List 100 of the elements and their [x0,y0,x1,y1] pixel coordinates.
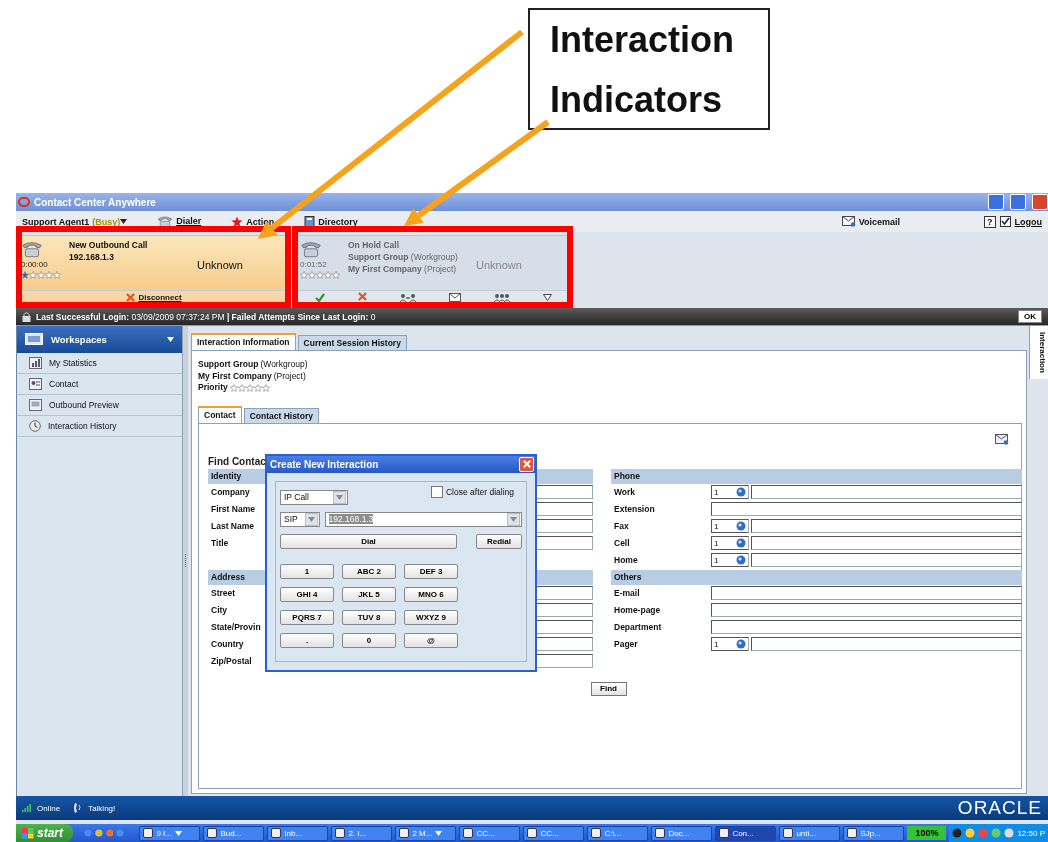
taskbar-button[interactable]: unti... [779,825,841,841]
close-after-dialing-checkbox[interactable]: Close after dialing [430,485,514,498]
field-label: Company [211,487,250,497]
checkbox[interactable] [430,485,443,498]
search-icon[interactable] [736,520,747,532]
input-field[interactable] [711,603,1022,617]
call-type-select[interactable]: IP Call [280,489,348,505]
tab[interactable]: Current Session History [297,335,407,350]
country-code-field[interactable]: 1 [711,536,749,550]
country-code-field[interactable]: 1 [711,637,749,651]
people-icon[interactable] [493,293,510,302]
caret-icon[interactable] [174,830,182,836]
keypad-key[interactable]: . [280,632,334,648]
tray-icon[interactable] [952,828,963,838]
login-info: Last Successful Login: 03/09/2009 07:37:24 PM | Failed Attempts Since Last Login: 0 [36,311,376,322]
taskbar-button[interactable]: 9 I... [139,825,201,841]
section-heading: Others [611,569,1022,585]
interaction-card[interactable]: 0:01:52 On Hold Call Support Group (Workgroup) My First Company (Project) Unknown [297,235,569,305]
input-field[interactable] [751,536,1022,550]
tab[interactable]: Interaction Information [191,333,296,350]
voicemail-link[interactable]: Voicemail [841,216,900,227]
field-label: Cell [614,538,630,548]
agent-menu[interactable]: Support Agent1 (Busy) [22,216,121,227]
keypad-key[interactable]: MNO 6 [404,586,458,602]
envelope-icon[interactable] [448,293,461,302]
app-icon [335,828,346,838]
app-icon [527,828,538,838]
field-label: Home [614,555,638,565]
keypad-key[interactable]: PQRS 7 [280,609,334,625]
search-icon[interactable] [736,554,747,566]
search-icon[interactable] [736,638,747,650]
maximize-button[interactable] [1010,194,1026,210]
search-icon[interactable] [736,537,747,549]
people-arrow-icon[interactable] [399,293,416,302]
taskbar-button[interactable]: CC... [523,825,585,841]
help-button[interactable]: ? [984,215,996,228]
input-field[interactable] [711,620,1022,634]
taskbar-button[interactable]: CC... [459,825,521,841]
app-icon[interactable] [94,827,103,839]
ok-button[interactable]: OK [1018,310,1042,323]
search-icon[interactable] [736,486,747,498]
input-field[interactable] [751,553,1022,567]
keypad-key[interactable]: @ [404,632,458,648]
call-status: Unknown [197,259,244,271]
taskbar-button[interactable]: C:\... [587,825,649,841]
country-code-field[interactable]: 1 [711,519,749,533]
star-icon [231,215,244,228]
section-heading: Phone [611,468,1022,484]
info-line: My First Company (Project) [198,370,307,382]
input-field[interactable] [751,485,1022,499]
taskbar-button[interactable]: 2 M... [395,825,457,841]
keypad-key[interactable]: ABC 2 [342,563,396,579]
protocol-select[interactable]: SIP [280,511,320,527]
keypad-key[interactable]: JKL 5 [342,586,396,602]
window-title: Contact Center Anywhere [34,196,156,208]
keypad-key[interactable]: GHI 4 [280,586,334,602]
dial-button[interactable]: Dial [280,533,457,549]
disconnect-button[interactable]: Disconnect [126,293,182,302]
keypad-key[interactable]: 0 [342,632,396,648]
sidebar-item[interactable]: Interaction History [17,416,182,437]
taskbar-button[interactable]: Doc... [651,825,713,841]
app-icon [143,828,154,838]
tab[interactable]: Contact History [243,407,319,423]
country-code-field[interactable]: 1 [711,553,749,567]
logout-link[interactable]: Logou [1014,216,1042,227]
check-icon[interactable] [314,293,325,302]
sidebar-item[interactable]: Outbound Preview [17,395,182,416]
menu-item[interactable]: Directory [304,215,358,228]
workspaces-header[interactable]: Workspaces [17,326,182,353]
keypad-key[interactable]: WXYZ 9 [404,609,458,625]
call-timer: 0:01:52 [300,259,328,269]
tray-icon[interactable] [1004,828,1015,838]
country-code-field[interactable]: 1 [711,485,749,499]
grip-icon [184,554,187,568]
input-field[interactable] [711,586,1022,600]
minimize-button[interactable] [988,194,1004,210]
input-field[interactable] [711,502,1022,516]
find-button[interactable]: Find [590,681,627,696]
close-button[interactable] [1032,194,1048,210]
dropdown-icon[interactable] [542,294,552,301]
sidebar-item[interactable]: My Statistics [17,353,182,374]
redial-button[interactable]: Redial [476,533,522,549]
menu-item[interactable]: Dialer [157,215,202,228]
sidebar-item[interactable]: Contact [17,374,182,395]
keypad-key[interactable]: 1 [280,563,334,579]
taskbar-button[interactable]: Inb... [267,825,329,841]
side-tab[interactable]: Interaction [1029,326,1048,379]
input-field[interactable] [751,637,1022,651]
input-field[interactable] [751,519,1022,533]
taskbar-button[interactable]: Con... [715,825,777,841]
taskbar-button[interactable]: SJp... [843,825,905,841]
envelope-icon[interactable] [995,433,1009,445]
keypad-key[interactable]: TUV 8 [342,609,396,625]
tab[interactable]: Contact [198,405,242,423]
star-icon [253,383,262,392]
caret-icon[interactable] [435,830,443,836]
taskbar-button[interactable]: Bud... [203,825,265,841]
taskbar-button[interactable]: 2. I... [331,825,393,841]
close-button[interactable] [519,456,534,472]
keypad-key[interactable]: DEF 3 [404,563,458,579]
